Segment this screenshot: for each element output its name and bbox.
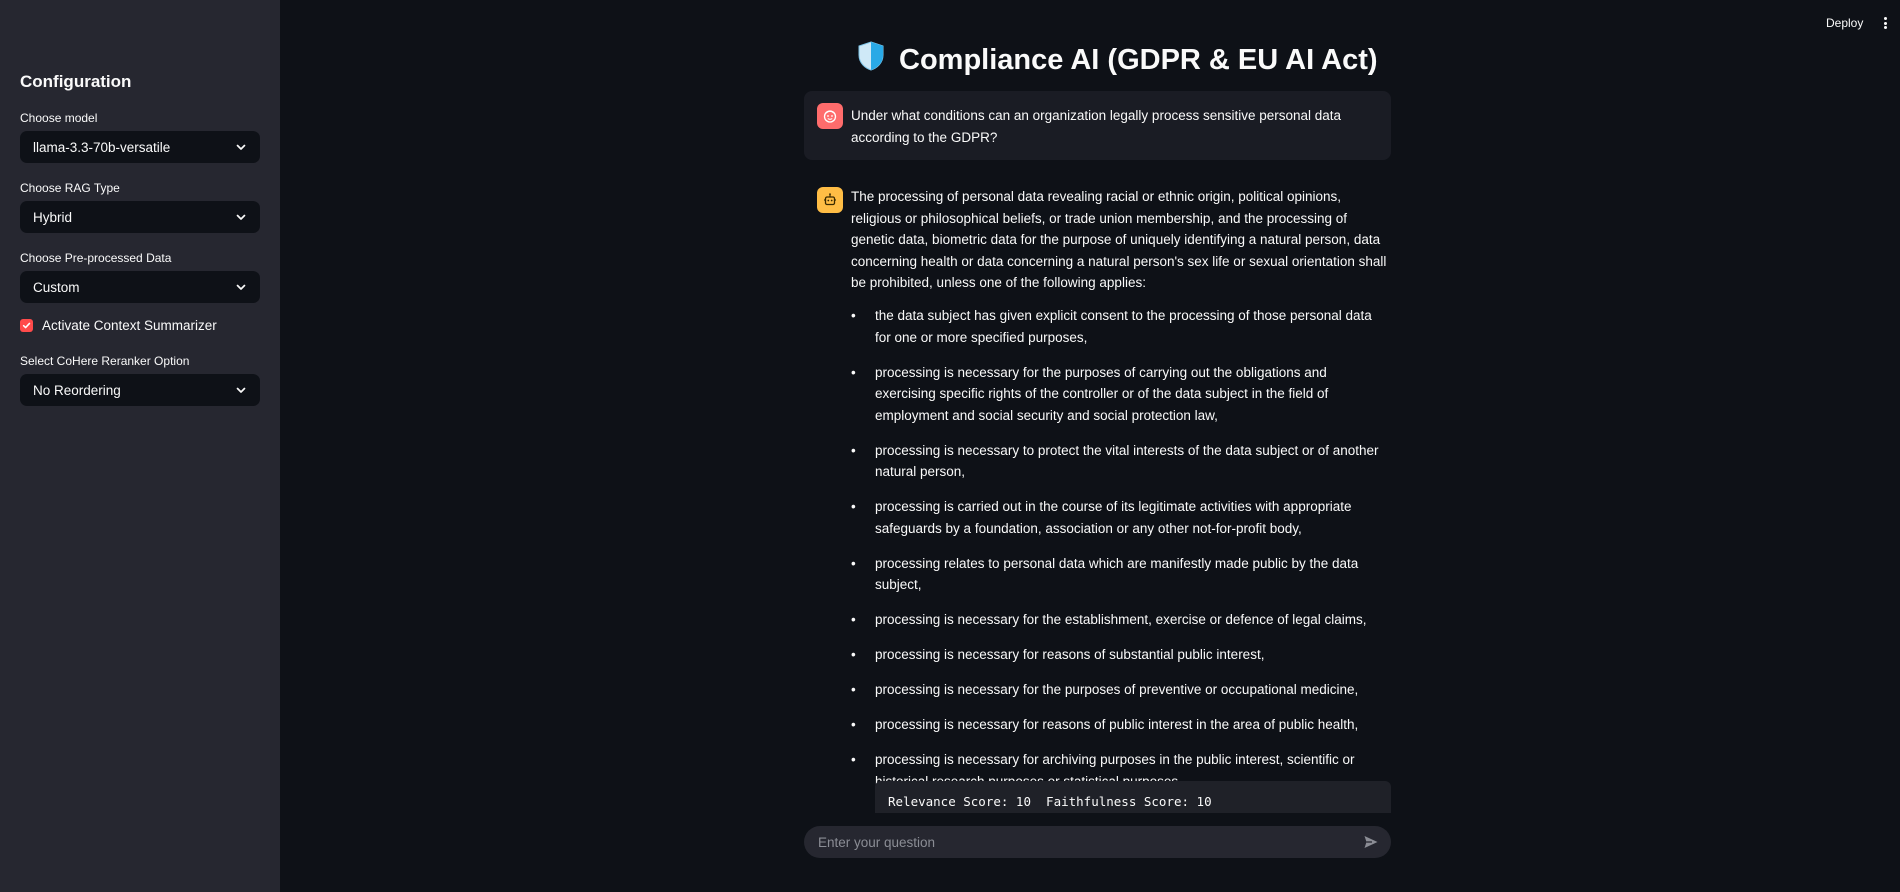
reranker-select[interactable]: No Reordering bbox=[20, 374, 260, 406]
assistant-message-intro: The processing of personal data revealin… bbox=[851, 189, 1387, 290]
bullet-item: processing is necessary for the establis… bbox=[851, 609, 1391, 631]
kebab-menu-icon[interactable] bbox=[1880, 15, 1890, 31]
bullet-item: processing is necessary for the purposes… bbox=[851, 679, 1391, 701]
chevron-down-icon bbox=[235, 281, 247, 293]
sidebar: Configuration Choose model llama-3.3-70b… bbox=[0, 0, 280, 892]
rag-type-select-value: Hybrid bbox=[33, 209, 73, 225]
robot-icon bbox=[817, 187, 843, 213]
context-summarizer-label: Activate Context Summarizer bbox=[42, 318, 217, 333]
chevron-down-icon bbox=[235, 211, 247, 223]
chevron-down-icon bbox=[235, 141, 247, 153]
model-label: Choose model bbox=[20, 111, 98, 125]
rag-type-select[interactable]: Hybrid bbox=[20, 201, 260, 233]
preprocessed-data-label: Choose Pre-processed Data bbox=[20, 251, 172, 265]
context-summarizer-toggle[interactable]: Activate Context Summarizer bbox=[20, 318, 217, 333]
shield-icon bbox=[857, 41, 885, 79]
preprocessed-data-select[interactable]: Custom bbox=[20, 271, 260, 303]
bullet-item: processing is necessary for reasons of p… bbox=[851, 714, 1391, 736]
send-icon[interactable] bbox=[1363, 834, 1379, 850]
page-title: Compliance AI (GDPR & EU AI Act) bbox=[899, 43, 1378, 76]
chevron-down-icon bbox=[235, 384, 247, 396]
chat-input[interactable] bbox=[804, 826, 1391, 858]
reranker-label: Select CoHere Reranker Option bbox=[20, 354, 190, 368]
rag-type-label: Choose RAG Type bbox=[20, 181, 120, 195]
bullet-item: processing is necessary for the purposes… bbox=[851, 362, 1391, 427]
sidebar-title: Configuration bbox=[20, 72, 132, 91]
page-title-row: Compliance AI (GDPR & EU AI Act) bbox=[857, 40, 1378, 80]
question-input[interactable] bbox=[818, 834, 1363, 850]
assistant-bullet-list: the data subject has given explicit cons… bbox=[851, 305, 1391, 806]
context-summarizer-checkbox[interactable] bbox=[20, 319, 33, 332]
bullet-item: the data subject has given explicit cons… bbox=[851, 305, 1391, 348]
preprocessed-data-select-value: Custom bbox=[33, 279, 80, 295]
user-message: Under what conditions can an organizatio… bbox=[804, 91, 1391, 160]
bullet-item: processing is carried out in the course … bbox=[851, 496, 1391, 539]
user-face-icon bbox=[817, 103, 843, 129]
bullet-item: processing is necessary for reasons of s… bbox=[851, 644, 1391, 666]
bullet-item: processing is necessary to protect the v… bbox=[851, 440, 1391, 483]
model-select-value: llama-3.3-70b-versatile bbox=[33, 139, 171, 155]
model-select[interactable]: llama-3.3-70b-versatile bbox=[20, 131, 260, 163]
score-code-block: Relevance Score: 10 Faithfulness Score: … bbox=[875, 781, 1391, 813]
user-message-text: Under what conditions can an organizatio… bbox=[851, 108, 1342, 145]
reranker-select-value: No Reordering bbox=[33, 382, 121, 398]
deploy-button[interactable]: Deploy bbox=[1826, 16, 1863, 30]
app-root: Configuration Choose model llama-3.3-70b… bbox=[0, 0, 1900, 892]
bullet-item: processing relates to personal data whic… bbox=[851, 553, 1391, 596]
